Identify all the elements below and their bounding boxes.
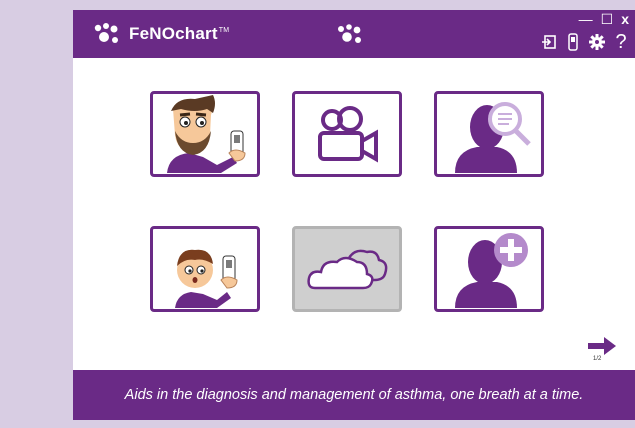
toolbar: ?	[539, 32, 631, 52]
app-name: FeNOchartTM	[129, 24, 230, 43]
center-logo-icon	[338, 24, 361, 43]
window-controls: — ☐ x	[579, 12, 629, 26]
page-indicator: 1/2	[593, 356, 602, 362]
tile-cloud-sync[interactable]	[292, 226, 402, 312]
tile-video-tutorials[interactable]	[292, 91, 402, 177]
background-panel	[0, 0, 70, 428]
app-window: FeNOchartTM — ☐ x ? 1/2 Aids in the diag…	[73, 10, 635, 420]
search-user-icon	[455, 102, 531, 173]
help-icon: ?	[615, 31, 627, 53]
logout-button[interactable]	[539, 32, 559, 52]
help-button[interactable]: ?	[611, 32, 631, 52]
tagline: Aids in the diagnosis and management of …	[124, 387, 584, 403]
tile-search-patient[interactable]	[434, 91, 544, 177]
maximize-button[interactable]: ☐	[601, 12, 614, 26]
footer-banner: Aids in the diagnosis and management of …	[73, 370, 635, 420]
video-camera-icon	[318, 106, 378, 163]
logo-dots-icon	[94, 23, 118, 43]
child-with-device-icon	[175, 249, 238, 308]
tile-adult-patient-test[interactable]	[150, 91, 260, 177]
next-page-arrow-icon[interactable]	[586, 335, 618, 357]
gear-icon	[589, 34, 605, 50]
cloud-icon	[307, 249, 388, 290]
exit-icon	[542, 35, 556, 49]
tile-add-patient[interactable]	[434, 226, 544, 312]
settings-button[interactable]	[587, 32, 607, 52]
add-user-icon	[455, 233, 528, 308]
close-button[interactable]: x	[621, 12, 629, 26]
app-logo: FeNOchartTM	[93, 22, 229, 46]
tile-child-patient-test[interactable]	[150, 226, 260, 312]
device-icon	[568, 33, 578, 51]
adult-with-device-icon	[167, 95, 246, 173]
minimize-button[interactable]: —	[579, 12, 593, 26]
device-button[interactable]	[563, 32, 583, 52]
title-bar: FeNOchartTM — ☐ x ?	[73, 10, 635, 58]
